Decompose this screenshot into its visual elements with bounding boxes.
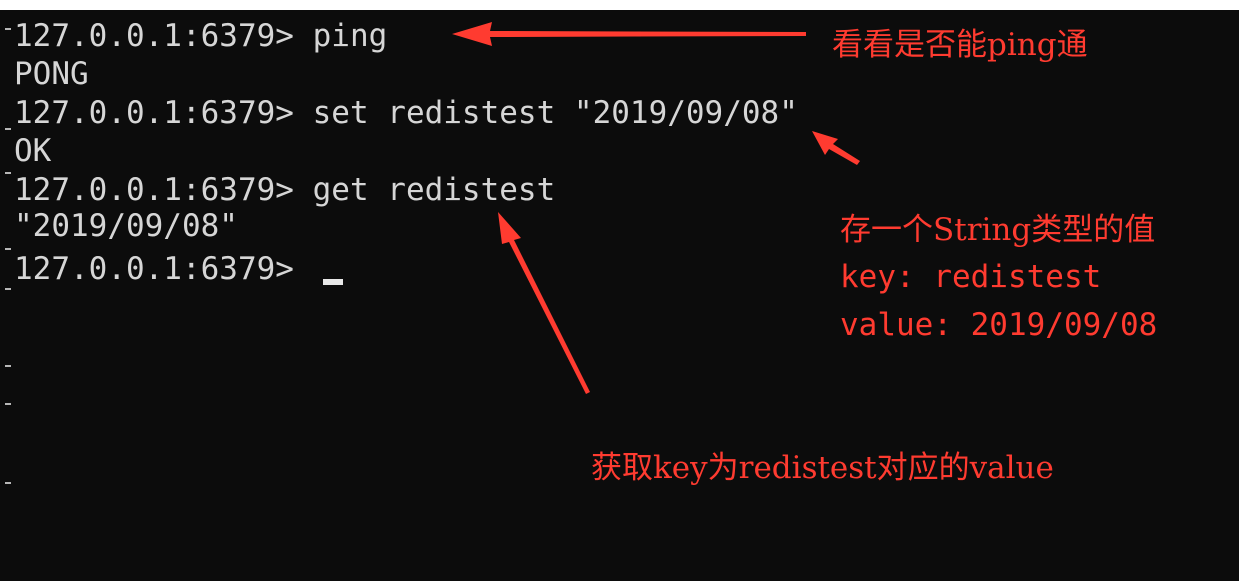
annotation-ping: 看看是否能ping通 xyxy=(832,27,1088,63)
arrow-to-get-command-icon xyxy=(498,212,590,394)
annotation-get: 获取key为redistest对应的value xyxy=(591,450,1054,486)
arrow-to-set-value-icon xyxy=(812,131,860,165)
annotation-set-key: key: redistest xyxy=(840,259,1102,295)
arrow-to-ping-icon xyxy=(452,22,806,46)
annotation-set-value: value: 2019/09/08 xyxy=(840,307,1158,343)
annotation-set-title: 存一个String类型的值 xyxy=(840,212,1156,248)
